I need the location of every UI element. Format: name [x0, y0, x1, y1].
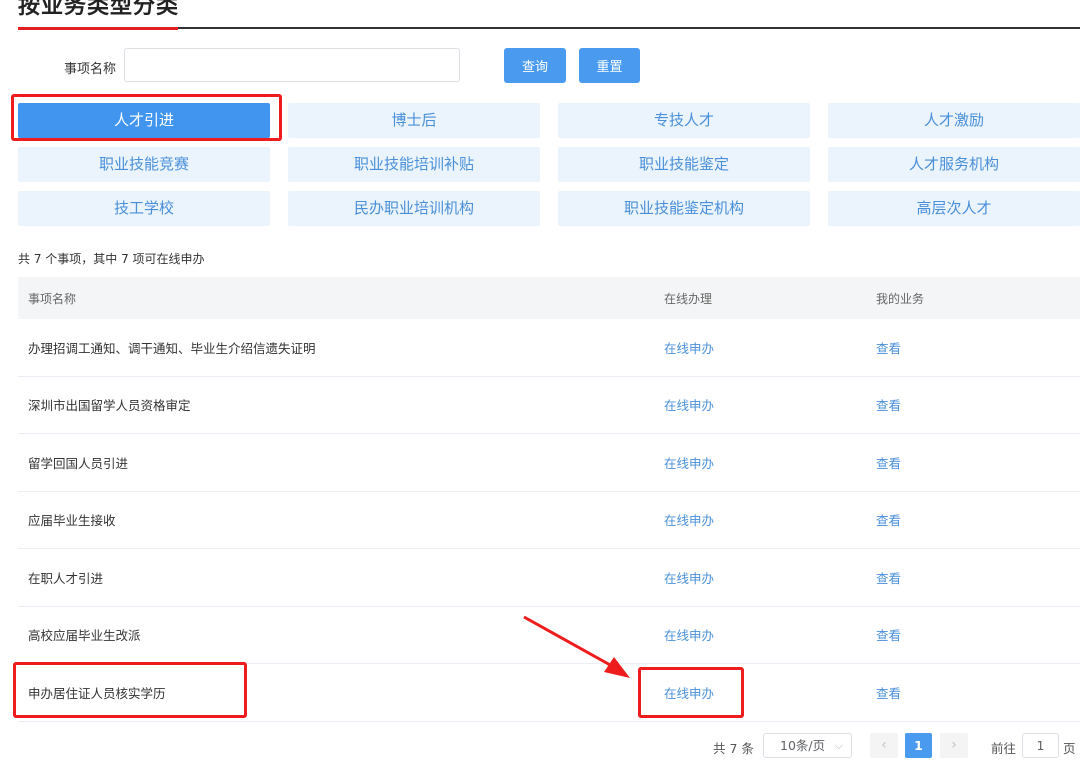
table-row: 留学回国人员引进 在线申办 查看	[18, 434, 1080, 492]
page-size-select[interactable]: 10条/页 ⌵	[763, 733, 852, 758]
prev-page-button[interactable]: ‹	[870, 733, 898, 758]
apply-online-link[interactable]: 在线申办	[664, 628, 714, 643]
table-row: 应届毕业生接收 在线申办 查看	[18, 492, 1080, 549]
reset-button[interactable]: 重置	[579, 48, 640, 83]
table-row: 高校应届毕业生改派 在线申办 查看	[18, 607, 1080, 664]
goto-label: 前往	[991, 741, 1017, 756]
apply-online-link[interactable]: 在线申办	[664, 341, 714, 356]
view-link[interactable]: 查看	[876, 686, 901, 701]
query-button[interactable]: 查询	[504, 48, 566, 83]
header-online: 在线办理	[664, 291, 713, 306]
apply-online-link[interactable]: 在线申办	[664, 456, 714, 471]
apply-online-link[interactable]: 在线申办	[664, 398, 714, 413]
search-label: 事项名称	[64, 62, 117, 77]
view-link[interactable]: 查看	[876, 513, 901, 528]
items-table: 事项名称 在线办理 我的业务 办理招调工通知、调干通知、毕业生介绍信遗失证明 在…	[18, 277, 1080, 722]
category-tab[interactable]: 职业技能竞赛	[18, 147, 270, 182]
page-title: 按业务类型分类	[18, 0, 180, 19]
apply-online-link[interactable]: 在线申办	[664, 571, 714, 586]
header-my-business: 我的业务	[876, 291, 925, 306]
apply-online-link[interactable]: 在线申办	[664, 686, 714, 701]
table-header: 事项名称 在线办理 我的业务	[18, 277, 1080, 319]
page-number-button[interactable]: 1	[905, 733, 932, 758]
view-link[interactable]: 查看	[876, 628, 901, 643]
view-link[interactable]: 查看	[876, 571, 901, 586]
category-tab[interactable]: 专技人才	[558, 103, 810, 138]
apply-online-link[interactable]: 在线申办	[664, 513, 714, 528]
row-item-name: 应届毕业生接收	[28, 513, 116, 529]
page-size-value: 10条/页	[780, 738, 826, 753]
items-count-summary: 共 7 个事项，其中 7 项可在线申办	[18, 252, 205, 266]
header-item-name: 事项名称	[28, 291, 77, 306]
chevron-left-icon: ‹	[881, 737, 887, 753]
category-tab[interactable]: 博士后	[288, 103, 540, 138]
category-tab[interactable]: 职业技能鉴定	[558, 147, 810, 182]
pagination-total: 共 7 条	[713, 741, 754, 756]
page-unit-label: 页	[1063, 741, 1076, 756]
table-row: 申办居住证人员核实学历 在线申办 查看	[18, 664, 1080, 722]
view-link[interactable]: 查看	[876, 341, 901, 356]
table-row: 办理招调工通知、调干通知、毕业生介绍信遗失证明 在线申办 查看	[18, 319, 1080, 377]
category-tab[interactable]: 高层次人才	[828, 191, 1080, 226]
chevron-right-icon: ›	[951, 737, 957, 753]
item-name-search-input[interactable]	[124, 48, 460, 82]
category-tab[interactable]: 民办职业培训机构	[288, 191, 540, 226]
row-item-name: 深圳市出国留学人员资格审定	[28, 398, 191, 414]
category-tab[interactable]: 人才引进	[18, 103, 270, 138]
category-tab[interactable]: 人才服务机构	[828, 147, 1080, 182]
table-row: 深圳市出国留学人员资格审定 在线申办 查看	[18, 377, 1080, 434]
title-accent-bar	[18, 27, 178, 30]
view-link[interactable]: 查看	[876, 456, 901, 471]
chevron-down-icon: ⌵	[834, 739, 843, 752]
category-grid: 人才引进 博士后 专技人才 人才激励 职业技能竞赛 职业技能培训补贴 职业技能鉴…	[18, 103, 1080, 226]
goto-page-input[interactable]	[1022, 733, 1059, 758]
row-item-name: 留学回国人员引进	[28, 455, 129, 471]
category-tab[interactable]: 技工学校	[18, 191, 270, 226]
category-tab[interactable]: 人才激励	[828, 103, 1080, 138]
row-item-name: 办理招调工通知、调干通知、毕业生介绍信遗失证明	[28, 340, 316, 356]
row-item-name: 申办居住证人员核实学历	[28, 685, 166, 701]
table-row: 在职人才引进 在线申办 查看	[18, 549, 1080, 607]
category-tab[interactable]: 职业技能鉴定机构	[558, 191, 810, 226]
row-item-name: 在职人才引进	[28, 570, 104, 586]
view-link[interactable]: 查看	[876, 398, 901, 413]
category-tab[interactable]: 职业技能培训补贴	[288, 147, 540, 182]
row-item-name: 高校应届毕业生改派	[28, 628, 141, 644]
next-page-button[interactable]: ›	[940, 733, 968, 758]
